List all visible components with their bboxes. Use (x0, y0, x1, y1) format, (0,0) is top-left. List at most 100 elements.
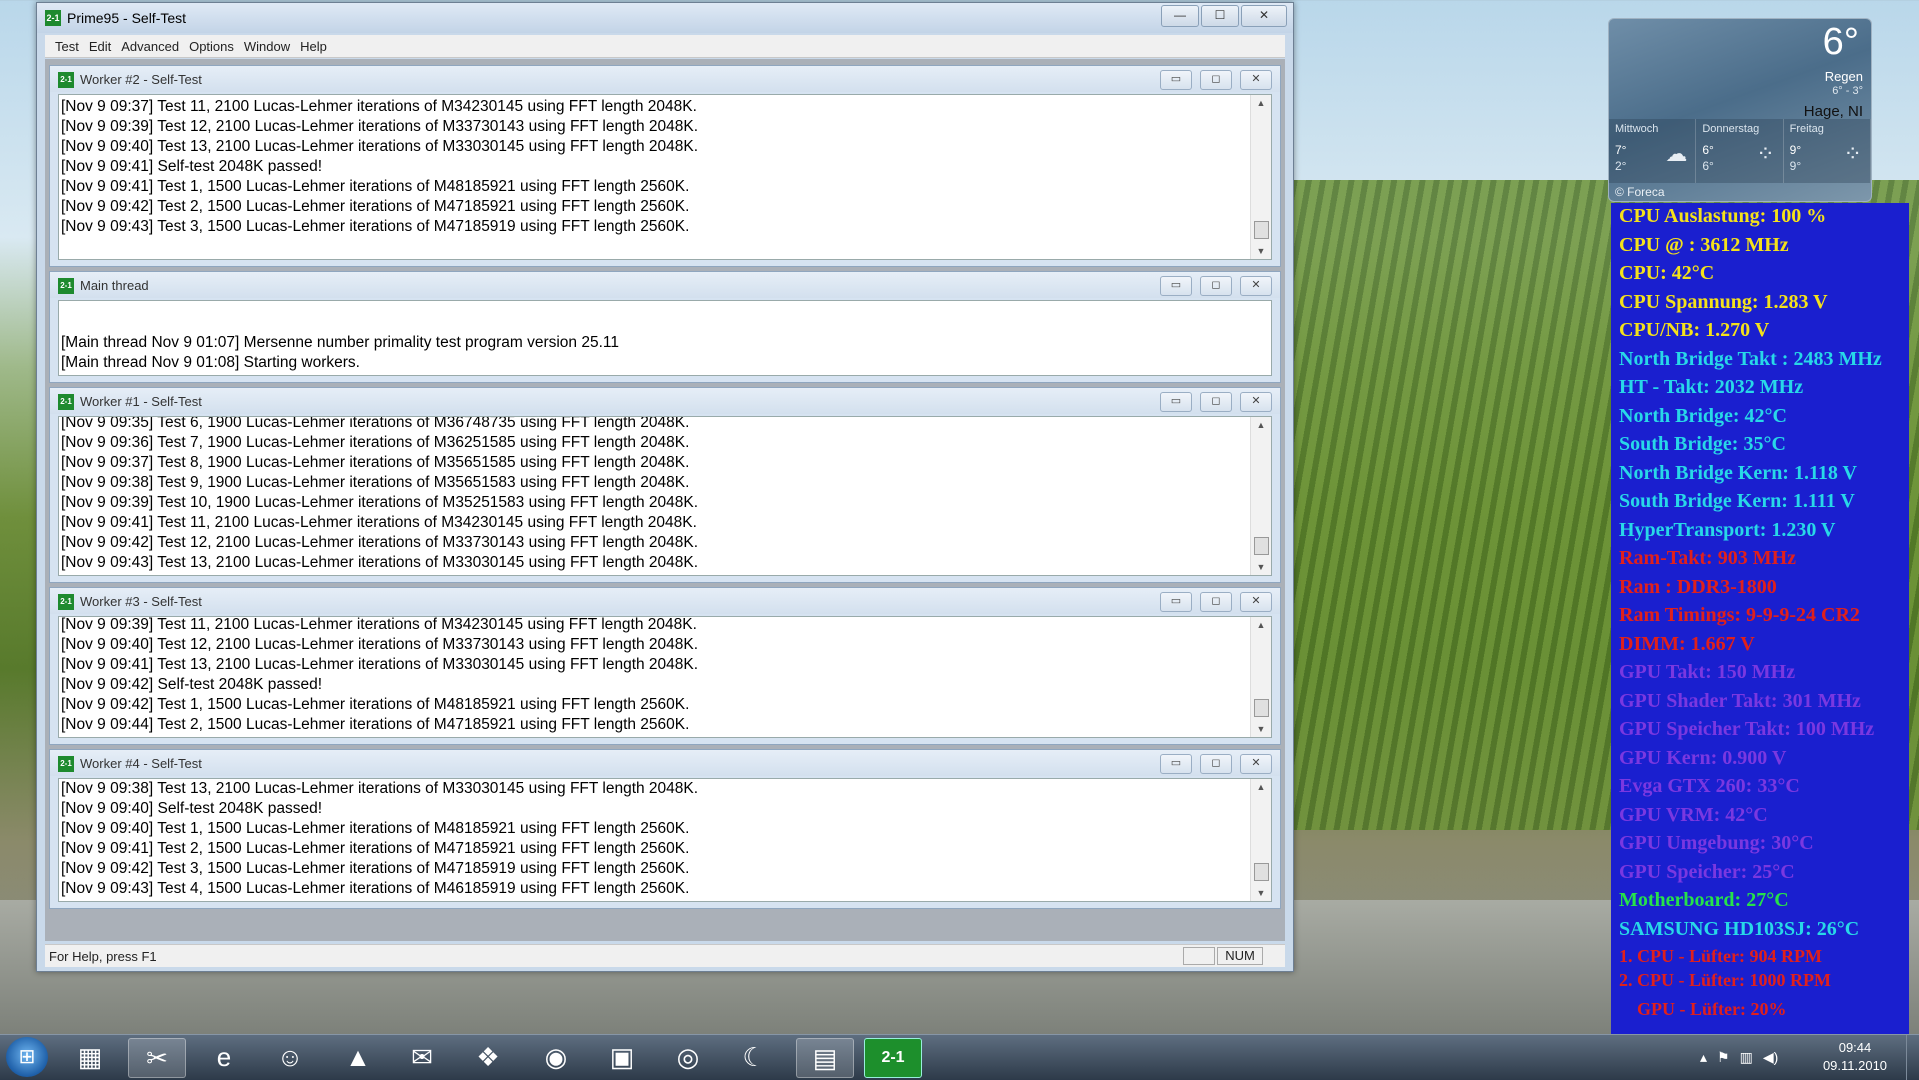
scroll-thumb[interactable] (1254, 699, 1269, 717)
log-line: [Nov 9 09:43] Test 13, 2100 Lucas-Lehmer… (61, 554, 699, 571)
sensor-reading: Ram : DDR3-1800 (1619, 575, 1777, 598)
vertical-scrollbar[interactable]: ▲ ▼ (1250, 95, 1271, 259)
scroll-thumb[interactable] (1254, 221, 1269, 239)
bird-taskbar-icon[interactable]: ☾ (726, 1038, 782, 1076)
child-window-worker-3[interactable]: 2-1 Worker #3 - Self-Test ▭ ◻ ✕ [Nov 9 09:39]… (49, 587, 1281, 745)
prime95-taskbar-icon[interactable]: 2-1 (864, 1038, 922, 1078)
scroll-thumb[interactable] (1254, 863, 1269, 881)
child-titlebar[interactable]: 2-1 Worker #3 - Self-Test ▭ ◻ ✕ (50, 588, 1280, 614)
vertical-scrollbar[interactable]: ▲ ▼ (1250, 417, 1271, 575)
scroll-up-arrow-icon[interactable]: ▲ (1251, 617, 1271, 633)
log-output[interactable]: [Nov 9 09:38] Test 13, 2100 Lucas-Lehmer… (58, 778, 1272, 902)
vlc-taskbar-icon[interactable]: ▲ (330, 1038, 386, 1076)
child-titlebar[interactable]: 2-1 Worker #4 - Self-Test ▭ ◻ ✕ (50, 750, 1280, 776)
sensor-reading: CPU Spannung: 1.283 V (1619, 290, 1828, 313)
menu-test[interactable]: Test (55, 39, 79, 54)
sensor-reading: DIMM: 1.667 V (1619, 632, 1755, 655)
child-titlebar[interactable]: 2-1 Main thread ▭ ◻ ✕ (50, 272, 1280, 298)
scroll-up-arrow-icon[interactable]: ▲ (1251, 779, 1271, 795)
steam-taskbar-icon[interactable]: ◉ (528, 1038, 584, 1076)
child-window-worker-1[interactable]: 2-1 Worker #1 - Self-Test ▭ ◻ ✕ [Nov 9 09:35]… (49, 387, 1281, 583)
maximize-button[interactable]: ◻ (1200, 754, 1232, 774)
cube-taskbar-icon[interactable]: ▣ (594, 1038, 650, 1076)
close-button[interactable]: ✕ (1240, 592, 1272, 612)
forecast-low: 2° (1615, 159, 1627, 173)
log-output[interactable]: [Nov 9 09:35] Test 6, 1900 Lucas-Lehmer … (58, 416, 1272, 576)
network-icon[interactable]: ▥ (1740, 1049, 1753, 1066)
forecast-low: 6° (1702, 159, 1714, 173)
close-button[interactable]: ✕ (1240, 392, 1272, 412)
forecast-high: 6° (1702, 143, 1714, 157)
child-window-worker-4[interactable]: 2-1 Worker #4 - Self-Test ▭ ◻ ✕ [Nov 9 09:38]… (49, 749, 1281, 909)
taskbar-clock[interactable]: 09:44 09.11.2010 (1810, 1039, 1900, 1075)
minimize-button[interactable]: ▭ (1160, 754, 1192, 774)
weather-forecast: Mittwoch 7° 2° ☁ Donnerstag 6° 6° ⁘ Frei… (1609, 119, 1871, 183)
snipping-tool-taskbar-icon[interactable]: ✂ (128, 1038, 186, 1078)
log-line: [Nov 9 09:41] Test 13, 2100 Lucas-Lehmer… (61, 656, 699, 673)
child-titlebar[interactable]: 2-1 Worker #1 - Self-Test ▭ ◻ ✕ (50, 388, 1280, 414)
volume-icon[interactable]: ◀) (1763, 1049, 1778, 1066)
forecast-high: 9° (1789, 143, 1802, 157)
close-button[interactable]: ✕ (1240, 276, 1272, 296)
maximize-button[interactable]: ◻ (1200, 392, 1232, 412)
minimize-button[interactable]: ▭ (1160, 592, 1192, 612)
child-window-controls: ▭ ◻ ✕ (1152, 754, 1272, 774)
mail-taskbar-icon[interactable]: ✉ (394, 1038, 450, 1076)
maximize-button[interactable]: ◻ (1200, 70, 1232, 90)
status-bar: For Help, press F1 NUM (45, 944, 1285, 967)
calculator-taskbar-icon[interactable]: ▦ (62, 1038, 118, 1076)
start-button[interactable]: ⊞ (6, 1037, 48, 1077)
close-button[interactable]: ✕ (1240, 70, 1272, 90)
scroll-up-arrow-icon[interactable]: ▲ (1251, 95, 1271, 111)
menu-window[interactable]: Window (244, 39, 290, 54)
explorer-taskbar-icon[interactable]: ▤ (796, 1038, 854, 1078)
child-window-worker-2[interactable]: 2-1 Worker #2 - Self-Test ▭ ◻ ✕ [Nov 9 09:37]… (49, 65, 1281, 267)
red-circle-taskbar-icon[interactable]: ◎ (660, 1038, 716, 1076)
child-window-main-thread[interactable]: 2-1 Main thread ▭ ◻ ✕ [Main thread Nov 9 01:0… (49, 271, 1281, 383)
minimize-button[interactable]: — (1161, 5, 1199, 27)
window-titlebar[interactable]: 2-1 Prime95 - Self-Test — ☐ ✕ (37, 3, 1293, 33)
show-hidden-icons-icon[interactable]: ▴ (1700, 1049, 1707, 1066)
scroll-up-arrow-icon[interactable]: ▲ (1251, 417, 1271, 433)
show-desktop-button[interactable] (1906, 1035, 1919, 1080)
scroll-down-arrow-icon[interactable]: ▼ (1251, 243, 1271, 259)
sensor-reading: Ram-Takt: 903 MHz (1619, 547, 1797, 569)
sensor-reading: CPU/NB: 1.270 V (1619, 319, 1770, 341)
log-output[interactable]: [Nov 9 09:37] Test 11, 2100 Lucas-Lehmer… (58, 94, 1272, 260)
status-num-indicator: NUM (1217, 947, 1263, 965)
maximize-button[interactable]: ☐ (1201, 5, 1239, 27)
scroll-down-arrow-icon[interactable]: ▼ (1251, 721, 1271, 737)
vertical-scrollbar[interactable]: ▲ ▼ (1250, 617, 1271, 737)
scroll-down-arrow-icon[interactable]: ▼ (1251, 885, 1271, 901)
users-taskbar-icon[interactable]: ☺ (262, 1038, 318, 1076)
weather-city: Hage, NI (1803, 103, 1863, 120)
close-button[interactable]: ✕ (1241, 5, 1287, 27)
minimize-button[interactable]: ▭ (1160, 276, 1192, 296)
clock-time: 09:44 (1838, 1040, 1872, 1055)
menu-options[interactable]: Options (189, 39, 234, 54)
internet-explorer-taskbar-icon[interactable]: e (196, 1038, 252, 1076)
python-taskbar-icon[interactable]: ❖ (460, 1038, 516, 1076)
log-line: [Main thread Nov 9 01:07] Mersenne numbe… (61, 334, 619, 351)
weather-gadget[interactable]: 6° Regen 6° - 3° Hage, NI Mittwoch 7° 2°… (1608, 18, 1872, 202)
log-output[interactable]: [Main thread Nov 9 01:07] Mersenne numbe… (58, 300, 1272, 376)
maximize-button[interactable]: ◻ (1200, 276, 1232, 296)
rain-icon: ⁘ (1756, 141, 1775, 166)
minimize-button[interactable]: ▭ (1160, 70, 1192, 90)
scroll-thumb[interactable] (1254, 537, 1269, 555)
child-titlebar[interactable]: 2-1 Worker #2 - Self-Test ▭ ◻ ✕ (50, 66, 1280, 92)
scroll-down-arrow-icon[interactable]: ▼ (1251, 559, 1271, 575)
child-title: Worker #3 - Self-Test (80, 594, 202, 609)
close-button[interactable]: ✕ (1240, 754, 1272, 774)
menu-edit[interactable]: Edit (89, 39, 111, 54)
action-center-flag-icon[interactable]: ⚑ (1717, 1049, 1730, 1066)
menu-advanced[interactable]: Advanced (121, 39, 179, 54)
weather-condition: Regen (1824, 69, 1863, 84)
minimize-button[interactable]: ▭ (1160, 392, 1192, 412)
child-title: Worker #2 - Self-Test (80, 72, 202, 87)
log-output[interactable]: [Nov 9 09:39] Test 11, 2100 Lucas-Lehmer… (58, 616, 1272, 738)
vertical-scrollbar[interactable]: ▲ ▼ (1250, 779, 1271, 901)
menu-help[interactable]: Help (300, 39, 327, 54)
maximize-button[interactable]: ◻ (1200, 592, 1232, 612)
log-line: [Nov 9 09:40] Test 12, 2100 Lucas-Lehmer… (61, 636, 699, 653)
